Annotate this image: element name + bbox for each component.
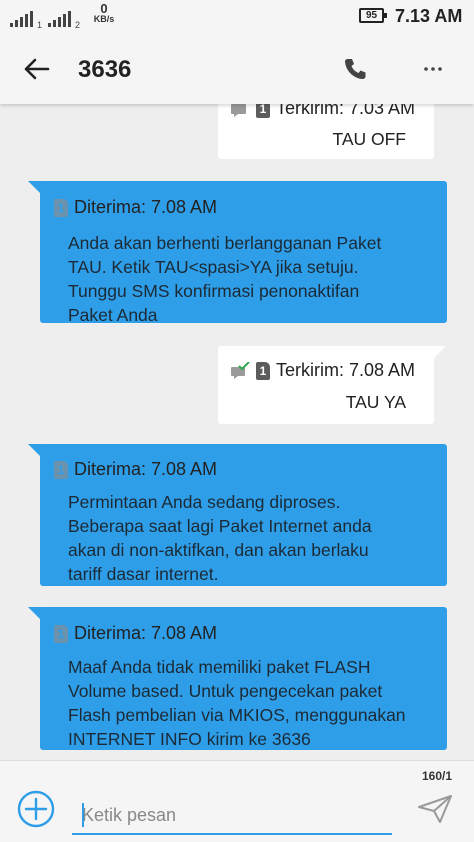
- sim-badge: 1: [256, 104, 270, 118]
- message-text: Anda akan berhenti berlangganan Paket TA…: [68, 231, 381, 327]
- message-composer: 160/1: [0, 760, 474, 842]
- attach-button[interactable]: [16, 789, 56, 829]
- message-meta: 1 Diterima: 7.08 AM: [54, 459, 217, 480]
- battery-level: 95: [365, 10, 378, 21]
- send-button[interactable]: [416, 793, 454, 825]
- phone-icon: [345, 59, 366, 79]
- received-message[interactable]: 1 Diterima: 7.08 AM Anda akan berhenti b…: [28, 181, 447, 325]
- sim-badge: 1: [54, 624, 68, 643]
- sim-badge: 1: [256, 361, 270, 380]
- text-cursor: [82, 803, 84, 827]
- arrow-left-icon: [24, 58, 50, 80]
- message-meta: 1 Diterima: 7.08 AM: [54, 623, 217, 644]
- status-time: 7.13 AM: [395, 6, 463, 26]
- add-circle-icon: [17, 790, 55, 828]
- message-line: INTERNET INFO kirim ke 3636: [68, 729, 311, 749]
- message-meta: 1 Diterima: 7.08 AM: [54, 197, 217, 218]
- message-status: Diterima: 7.08 AM: [74, 197, 218, 217]
- message-text: Maaf Anda tidak memiliki paket FLASH Vol…: [68, 655, 406, 751]
- network-speed-value: 0: [100, 1, 108, 16]
- network-speed-unit: KB/s: [93, 14, 115, 24]
- contact-title: 3636: [78, 56, 132, 83]
- battery-icon: 95: [359, 8, 387, 23]
- signal-strength-icon: [48, 11, 71, 27]
- sim-badge: 1: [54, 460, 68, 479]
- send-icon: [418, 795, 452, 823]
- received-message[interactable]: 1 Diterima: 7.08 AM Maaf Anda tidak memi…: [28, 607, 447, 751]
- message-line: Paket Anda: [68, 305, 158, 325]
- message-line: akan di non-aktifkan, dan akan berlaku: [68, 540, 369, 560]
- message-line: Beberapa saat lagi Paket Internet anda: [68, 516, 372, 536]
- conversation-header: 3636: [0, 36, 474, 104]
- message-line: Maaf Anda tidak memiliki paket FLASH: [68, 657, 371, 677]
- message-text: TAU OFF: [332, 129, 406, 149]
- message-line: Volume based. Untuk pengecekan paket: [68, 681, 383, 701]
- message-input-wrapper: [72, 799, 392, 835]
- sim1-indicator: 1: [37, 20, 43, 30]
- message-status-icon: [230, 104, 250, 118]
- message-line: Anda akan berhenti berlangganan Paket: [68, 233, 382, 253]
- message-line: tariff dasar internet.: [68, 564, 219, 584]
- sent-message[interactable]: 1 Terkirim: 7.08 AM TAU YA: [218, 346, 446, 424]
- sent-message[interactable]: 1 Terkirim: 7.03 AM TAU OFF: [218, 104, 434, 159]
- message-line: Permintaan Anda sedang diproses.: [68, 492, 341, 512]
- back-button[interactable]: [20, 52, 54, 86]
- message-input[interactable]: [72, 799, 392, 831]
- message-status: Terkirim: 7.08 AM: [276, 360, 416, 380]
- signal-strength-icon: [10, 11, 33, 27]
- more-icon: [424, 67, 442, 71]
- character-counter: 160/1: [421, 769, 452, 783]
- message-line: Flash pembelian via MKIOS, menggunakan: [68, 705, 406, 725]
- message-list[interactable]: 1 Terkirim: 7.03 AM TAU OFF 1 Diterima: …: [0, 104, 474, 760]
- call-button[interactable]: [340, 54, 370, 84]
- message-status: Diterima: 7.08 AM: [74, 623, 218, 643]
- delivered-check-icon: [230, 360, 250, 380]
- message-text: Permintaan Anda sedang diproses. Beberap…: [68, 490, 372, 586]
- message-text: TAU YA: [345, 392, 406, 412]
- message-status: Terkirim: 7.03 AM: [276, 104, 416, 118]
- status-bar: 1 2 0 KB/s 95 7.13 AM: [0, 0, 474, 36]
- message-meta: 1 Terkirim: 7.03 AM: [230, 104, 415, 119]
- sim-badge: 1: [54, 198, 68, 217]
- received-message[interactable]: 1 Diterima: 7.08 AM Permintaan Anda seda…: [28, 444, 447, 586]
- message-line: Tunggu SMS konfirmasi penonaktifan: [68, 281, 360, 301]
- message-status: Diterima: 7.08 AM: [74, 459, 218, 479]
- sim2-indicator: 2: [75, 20, 81, 30]
- more-options-button[interactable]: [418, 54, 448, 84]
- message-line: TAU. Ketik TAU<spasi>YA jika setuju.: [68, 257, 359, 277]
- message-meta: 1 Terkirim: 7.08 AM: [230, 360, 415, 381]
- network-speed: 0 KB/s: [92, 1, 116, 25]
